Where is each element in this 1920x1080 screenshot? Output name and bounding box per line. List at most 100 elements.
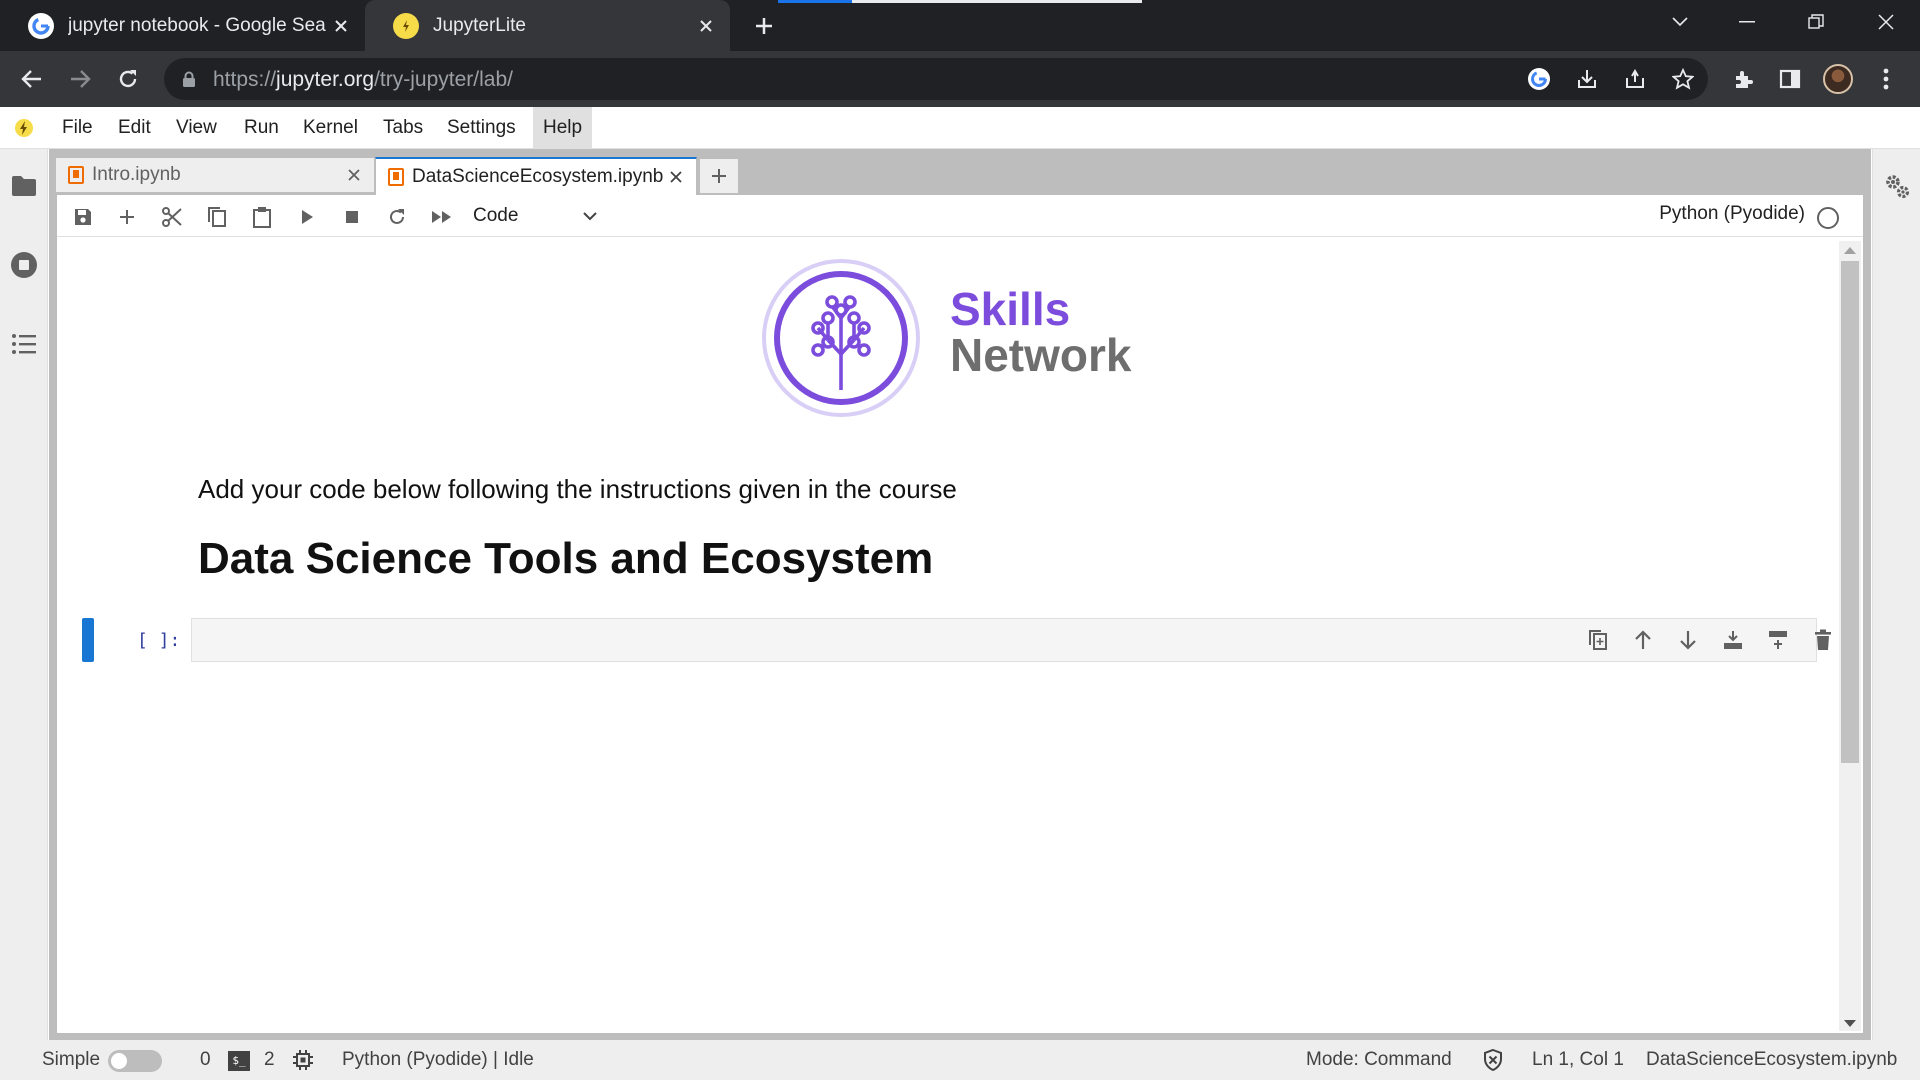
- bookmark-star-icon[interactable]: [1668, 64, 1698, 94]
- menu-edit[interactable]: Edit: [108, 107, 161, 148]
- kernel-name[interactable]: Python (Pyodide): [1659, 203, 1805, 225]
- loading-indicator-track: [852, 0, 1142, 3]
- right-sidebar: [1872, 149, 1920, 1040]
- left-sidebar: [0, 149, 48, 1040]
- close-icon[interactable]: [664, 165, 688, 189]
- tab-intro-notebook[interactable]: Intro.ipynb: [55, 157, 375, 193]
- close-icon[interactable]: [692, 12, 720, 40]
- cell-input-prompt: [ ]:: [137, 630, 181, 651]
- duplicate-cell-icon[interactable]: [1584, 626, 1612, 654]
- notebook-panel: Code Python (Pyodide) Skills Network Add…: [57, 195, 1863, 1033]
- kernel-status-text[interactable]: Python (Pyodide) | Idle: [342, 1049, 534, 1071]
- markdown-instruction-text: Add your code below following the instru…: [198, 474, 957, 504]
- jupyterlite-icon: [393, 12, 419, 39]
- run-icon[interactable]: [293, 203, 321, 231]
- move-up-icon[interactable]: [1629, 626, 1657, 654]
- cut-icon[interactable]: [158, 203, 186, 231]
- shield-icon[interactable]: [1482, 1048, 1504, 1078]
- new-tab-button[interactable]: [748, 10, 780, 42]
- lock-icon[interactable]: [182, 71, 196, 93]
- menu-view[interactable]: View: [166, 107, 227, 148]
- forward-icon[interactable]: [62, 61, 98, 97]
- logo-wordmark-network: Network: [950, 329, 1132, 381]
- browser-tab-title: JupyterLite: [433, 14, 526, 36]
- cursor-position[interactable]: Ln 1, Col 1: [1532, 1049, 1624, 1071]
- scrollbar-thumb[interactable]: [1841, 261, 1859, 763]
- simple-mode-label: Simple: [42, 1049, 101, 1070]
- cell-toolbar: [1397, 618, 1817, 662]
- notebook-mode: Mode: Command: [1306, 1049, 1452, 1070]
- share-icon[interactable]: [1620, 64, 1650, 94]
- chevron-down-icon: [583, 205, 597, 227]
- kernel-status-icon: [1817, 207, 1839, 229]
- window-close-icon[interactable]: [1856, 0, 1916, 44]
- kernel-count[interactable]: 0: [200, 1049, 211, 1071]
- current-filename: DataScienceEcosystem.ipynb: [1646, 1049, 1898, 1070]
- notebook-file-icon: [68, 166, 84, 184]
- cpu-chip-icon: [292, 1049, 314, 1077]
- property-inspector-gears-icon[interactable]: [1882, 171, 1912, 201]
- stop-icon[interactable]: [338, 203, 366, 231]
- close-icon[interactable]: [342, 163, 366, 187]
- browser-tab-title: jupyter notebook - Google Search: [68, 14, 327, 36]
- notebook-scrollbar[interactable]: [1839, 241, 1861, 1031]
- new-launcher-button[interactable]: [700, 159, 738, 193]
- restart-run-all-icon[interactable]: [428, 203, 456, 231]
- menu-settings[interactable]: Settings: [437, 107, 526, 148]
- minimize-icon[interactable]: [1717, 0, 1777, 44]
- copy-icon[interactable]: [203, 203, 231, 231]
- paste-icon[interactable]: [248, 203, 276, 231]
- table-of-contents-icon[interactable]: [9, 329, 39, 359]
- add-cell-icon[interactable]: [113, 203, 141, 231]
- cell-collapser[interactable]: [82, 618, 94, 662]
- menu-tabs[interactable]: Tabs: [373, 107, 433, 148]
- install-app-icon[interactable]: [1572, 64, 1602, 94]
- notebook-content: Skills Network Add your code below follo…: [57, 238, 1837, 1033]
- simple-mode-toggle[interactable]: [108, 1050, 162, 1072]
- tab-label: DataScienceEcosystem.ipynb: [412, 166, 664, 187]
- notebook-toolbar: Code Python (Pyodide): [57, 195, 1863, 237]
- browser-tab-jupyterlite[interactable]: JupyterLite: [365, 0, 730, 51]
- save-icon[interactable]: [69, 203, 97, 231]
- google-icon: [28, 12, 54, 39]
- cell-type-select[interactable]: Code: [473, 201, 597, 231]
- trash-icon[interactable]: [1809, 626, 1837, 654]
- menu-help[interactable]: Help: [533, 107, 593, 148]
- address-bar[interactable]: https://jupyter.org/try-jupyter/lab/: [164, 58, 1708, 100]
- menu-kernel[interactable]: Kernel: [293, 107, 368, 148]
- browser-tab-strip: jupyter notebook - Google Search Jupyter…: [0, 0, 1920, 51]
- close-icon[interactable]: [327, 12, 355, 40]
- jupyter-menubar: File Edit View Run Kernel Tabs Settings …: [0, 107, 1920, 149]
- jupyterlite-logo-icon: [15, 119, 33, 137]
- terminal-count[interactable]: 2: [264, 1049, 275, 1071]
- scroll-up-icon[interactable]: [1844, 247, 1856, 254]
- menu-run[interactable]: Run: [234, 107, 289, 148]
- main-dock-area: Intro.ipynb DataScienceEcosystem.ipynb C…: [49, 149, 1871, 1040]
- tab-label: Intro.ipynb: [92, 164, 181, 185]
- url-text: https://jupyter.org/try-jupyter/lab/: [213, 68, 513, 91]
- scroll-down-icon[interactable]: [1844, 1020, 1856, 1027]
- move-down-icon[interactable]: [1674, 626, 1702, 654]
- google-lens-icon[interactable]: [1524, 64, 1554, 94]
- tab-datascienceecosystem-notebook[interactable]: DataScienceEcosystem.ipynb: [375, 157, 697, 195]
- folder-icon[interactable]: [9, 171, 39, 201]
- browser-tab-google[interactable]: jupyter notebook - Google Search: [0, 0, 365, 51]
- loading-indicator: [778, 0, 852, 3]
- restart-kernel-icon[interactable]: [383, 203, 411, 231]
- extensions-icon[interactable]: [1726, 61, 1762, 97]
- menu-file[interactable]: File: [52, 107, 103, 148]
- restore-icon[interactable]: [1786, 0, 1846, 44]
- insert-cell-above-icon[interactable]: [1719, 626, 1747, 654]
- status-bar: Simple 0 $_ 2 Python (Pyodide) | Idle Mo…: [0, 1040, 1920, 1080]
- reload-icon[interactable]: [110, 61, 146, 97]
- notebook-file-icon: [388, 168, 404, 186]
- terminal-icon: $_: [228, 1051, 250, 1071]
- chrome-menu-icon[interactable]: [1868, 61, 1904, 97]
- insert-cell-below-icon[interactable]: [1764, 626, 1792, 654]
- tab-search-icon[interactable]: [1650, 0, 1710, 44]
- running-kernels-icon[interactable]: [9, 250, 39, 280]
- cell-type-value: Code: [473, 205, 519, 226]
- side-panel-icon[interactable]: [1772, 61, 1808, 97]
- profile-avatar[interactable]: [1820, 61, 1856, 97]
- back-icon[interactable]: [14, 61, 50, 97]
